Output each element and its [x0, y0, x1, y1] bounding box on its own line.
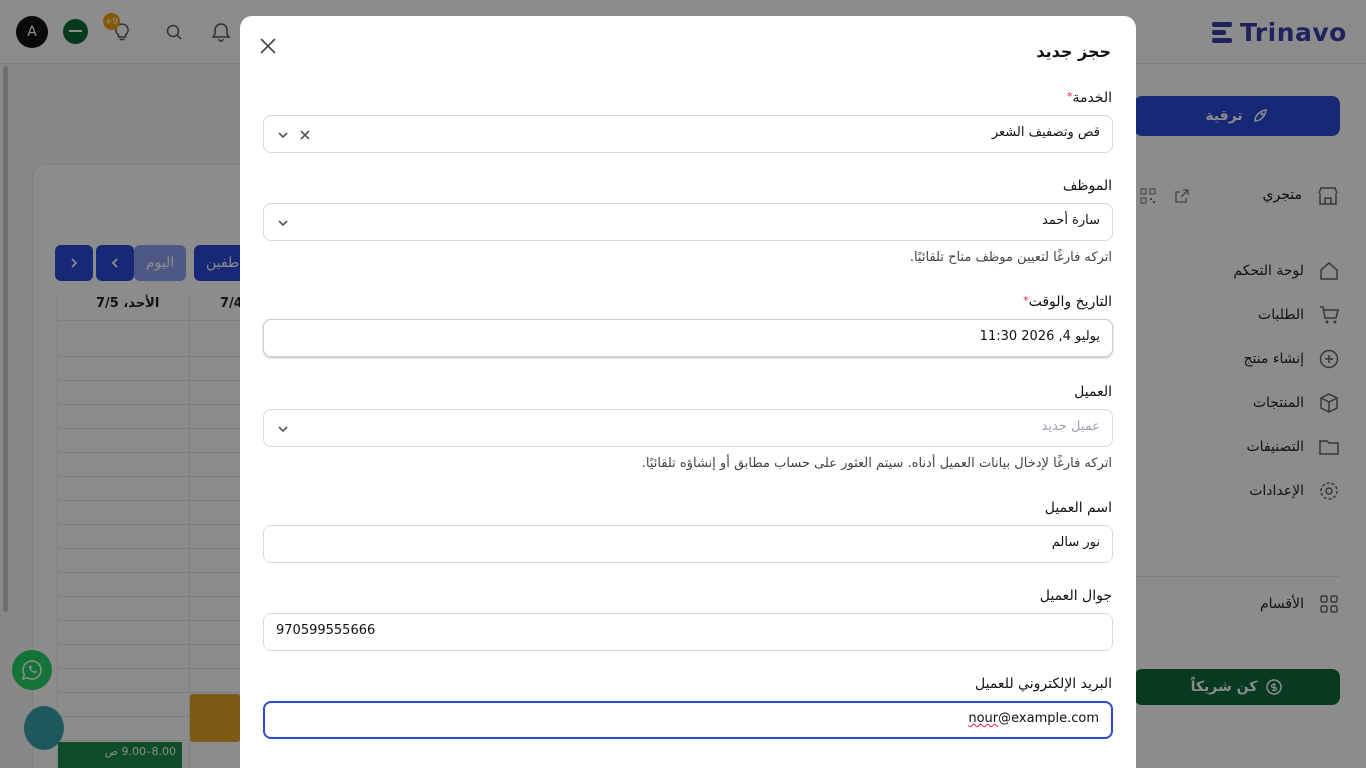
new-booking-modal: حجز جديد الخدمة* قص وتصفيف الشعر الموظف … — [240, 16, 1136, 768]
employee-label: الموظف — [1062, 178, 1112, 194]
customer-email-value: nour@example.com — [968, 711, 1099, 726]
customer-hint: اتركه فارغًا لإدخال بيانات العميل أدناه.… — [641, 456, 1112, 471]
customer-phone-label: جوال العميل — [1039, 588, 1112, 604]
service-value: قص وتصفيف الشعر — [991, 125, 1100, 140]
customer-placeholder: عميل جديد — [1041, 419, 1100, 434]
chevron-down-icon[interactable] — [276, 422, 290, 436]
datetime-input[interactable]: يوليو 4, 2026 11:30 — [263, 319, 1113, 357]
modal-title: حجز جديد — [1036, 42, 1111, 61]
customer-select[interactable]: عميل جديد — [263, 409, 1113, 447]
datetime-label: التاريخ والوقت* — [1023, 294, 1112, 310]
customer-name-value: نور سالم — [1051, 535, 1100, 550]
close-icon[interactable] — [256, 34, 280, 58]
employee-value: سارة أحمد — [1041, 213, 1100, 228]
service-select[interactable]: قص وتصفيف الشعر — [263, 115, 1113, 153]
customer-label: العميل — [1074, 384, 1112, 400]
customer-phone-value: 970599555666 — [276, 623, 376, 638]
app-root: A +9 Trinavo ترقية متجري لوحة التحكم الط… — [0, 0, 1366, 768]
datetime-value: يوليو 4, 2026 11:30 — [979, 329, 1100, 344]
customer-email-label: البريد الإلكتروني للعميل — [975, 676, 1112, 692]
employee-select[interactable]: سارة أحمد — [263, 203, 1113, 241]
customer-email-input[interactable]: nour@example.com — [263, 701, 1113, 739]
service-label: الخدمة* — [1066, 90, 1112, 106]
customer-name-input[interactable]: نور سالم — [263, 525, 1113, 563]
chevron-down-icon[interactable] — [276, 216, 290, 230]
customer-phone-input[interactable]: 970599555666 — [263, 613, 1113, 651]
clear-icon[interactable] — [298, 128, 312, 142]
chevron-down-icon[interactable] — [276, 128, 290, 142]
customer-name-label: اسم العميل — [1044, 500, 1112, 516]
employee-hint: اتركه فارغًا لتعيين موظف متاح تلقائيًا. — [909, 250, 1112, 265]
